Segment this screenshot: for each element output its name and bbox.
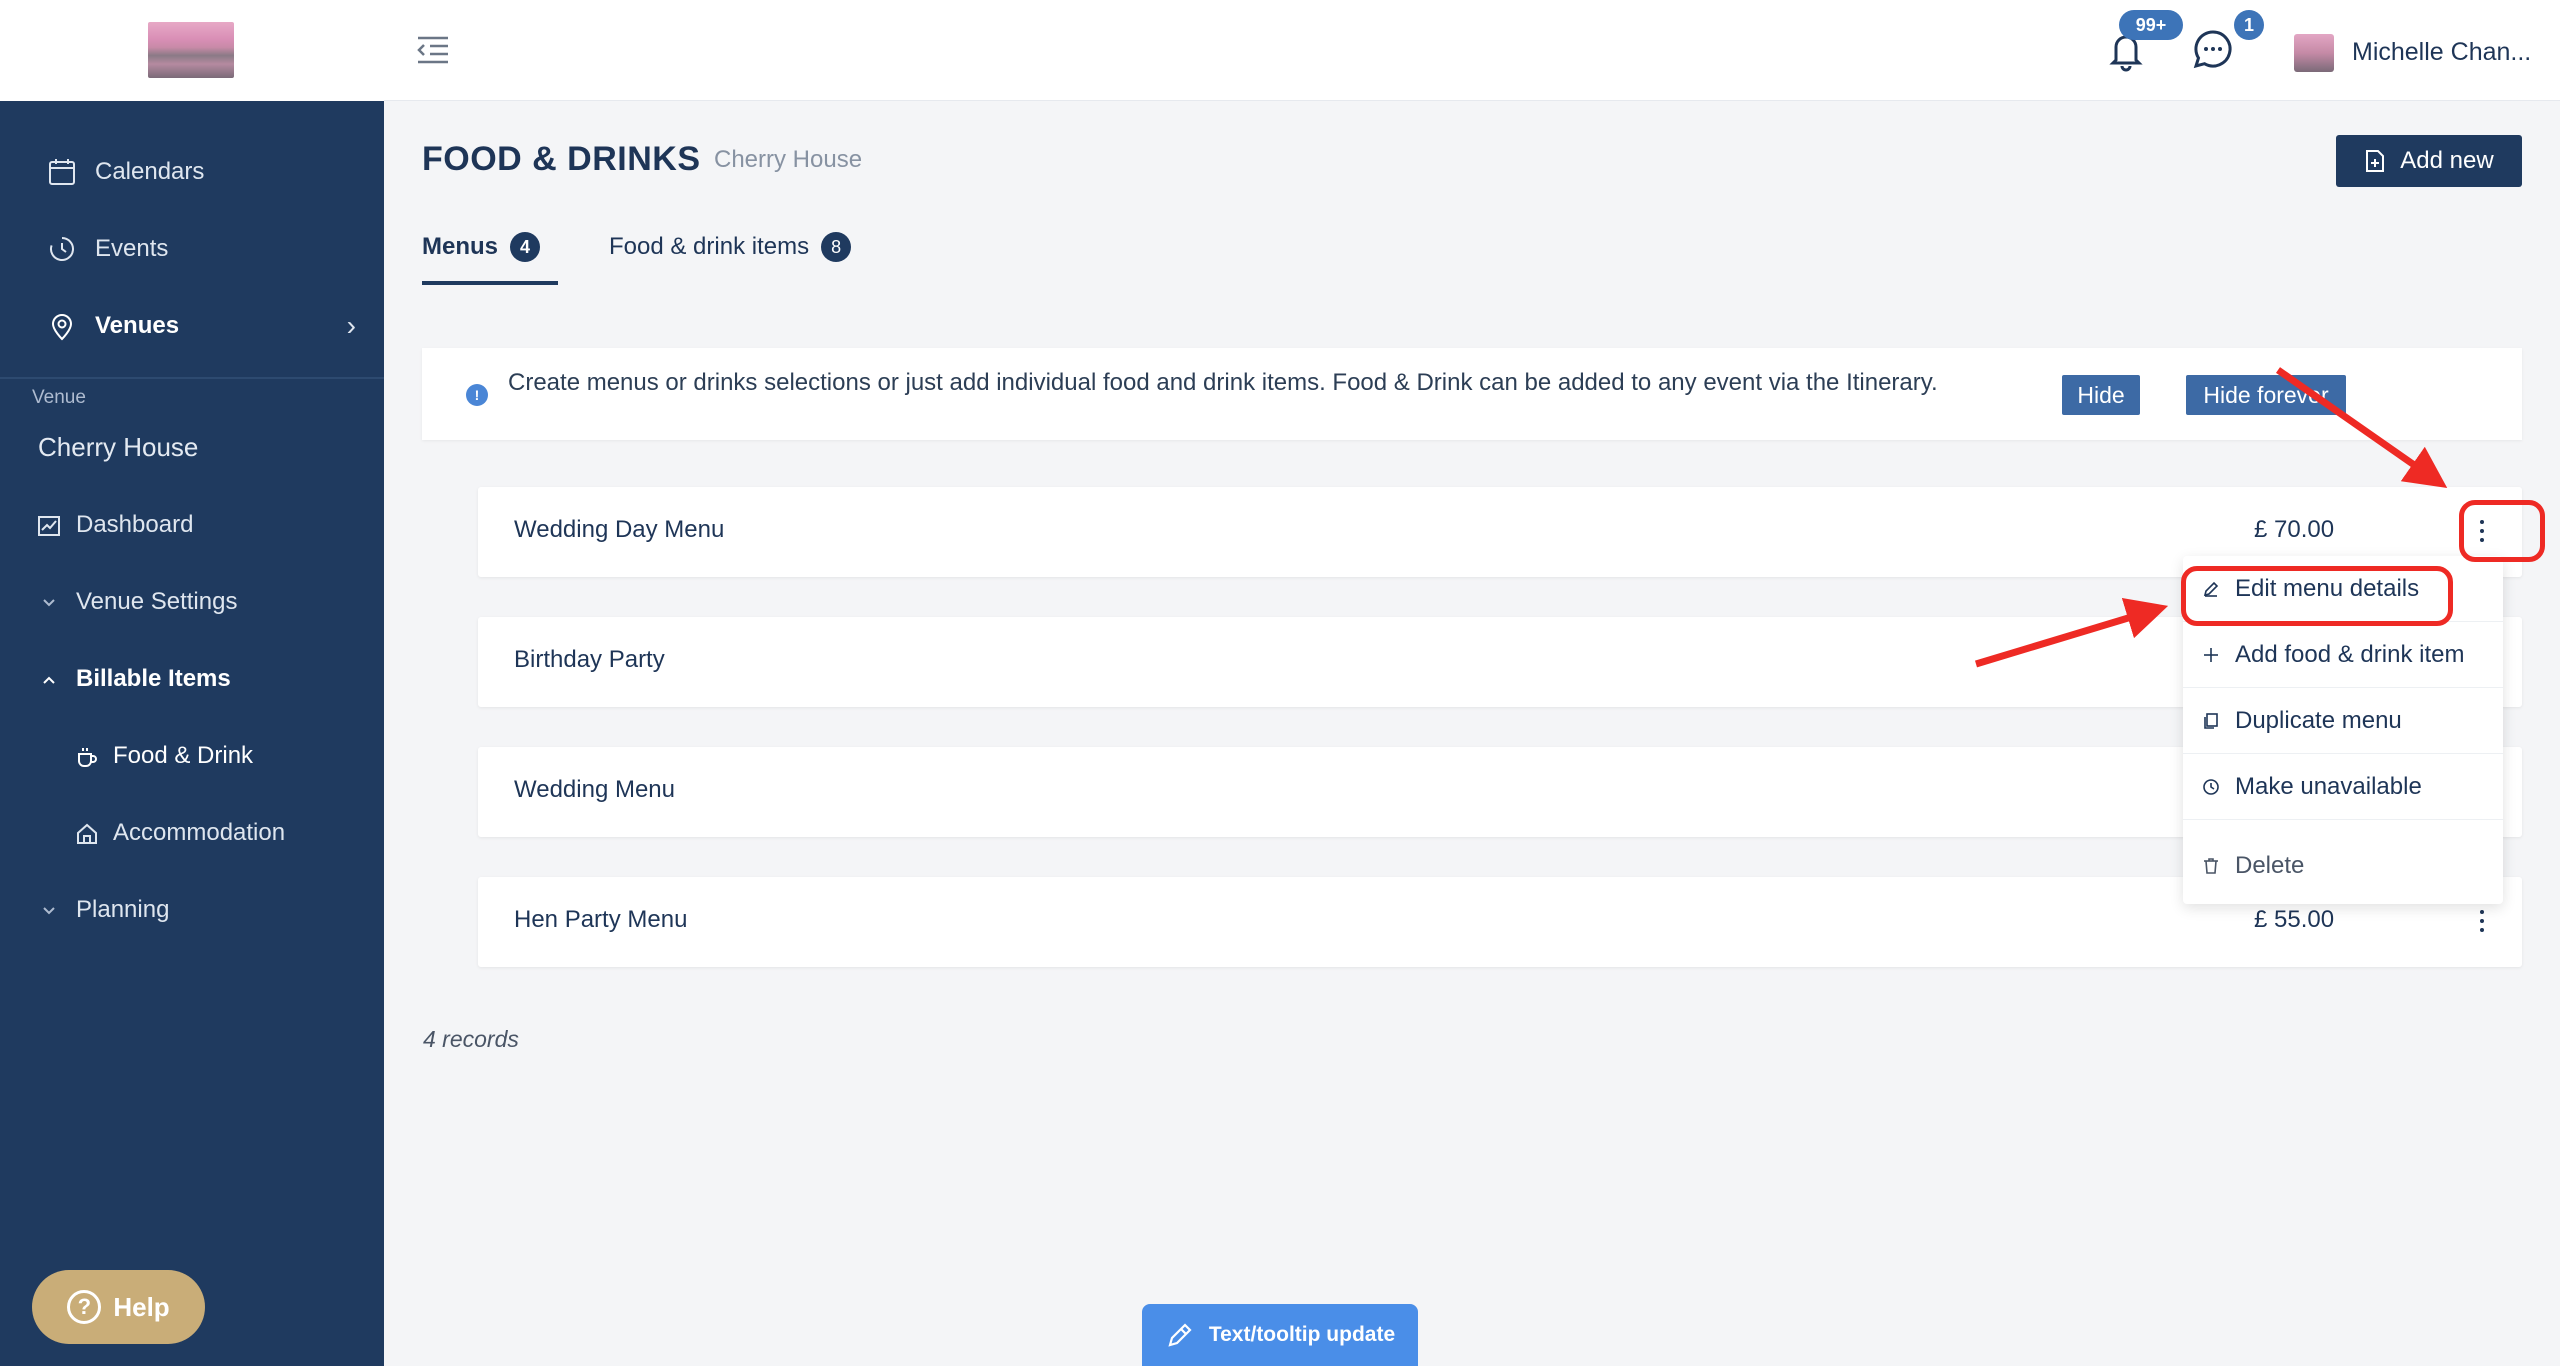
text-tooltip-update-button[interactable]: Text/tooltip update (1142, 1304, 1418, 1366)
float-button-label: Text/tooltip update (1208, 1323, 1396, 1346)
pencil-icon (1168, 1323, 1192, 1347)
annotation-arrows (1974, 367, 2448, 668)
